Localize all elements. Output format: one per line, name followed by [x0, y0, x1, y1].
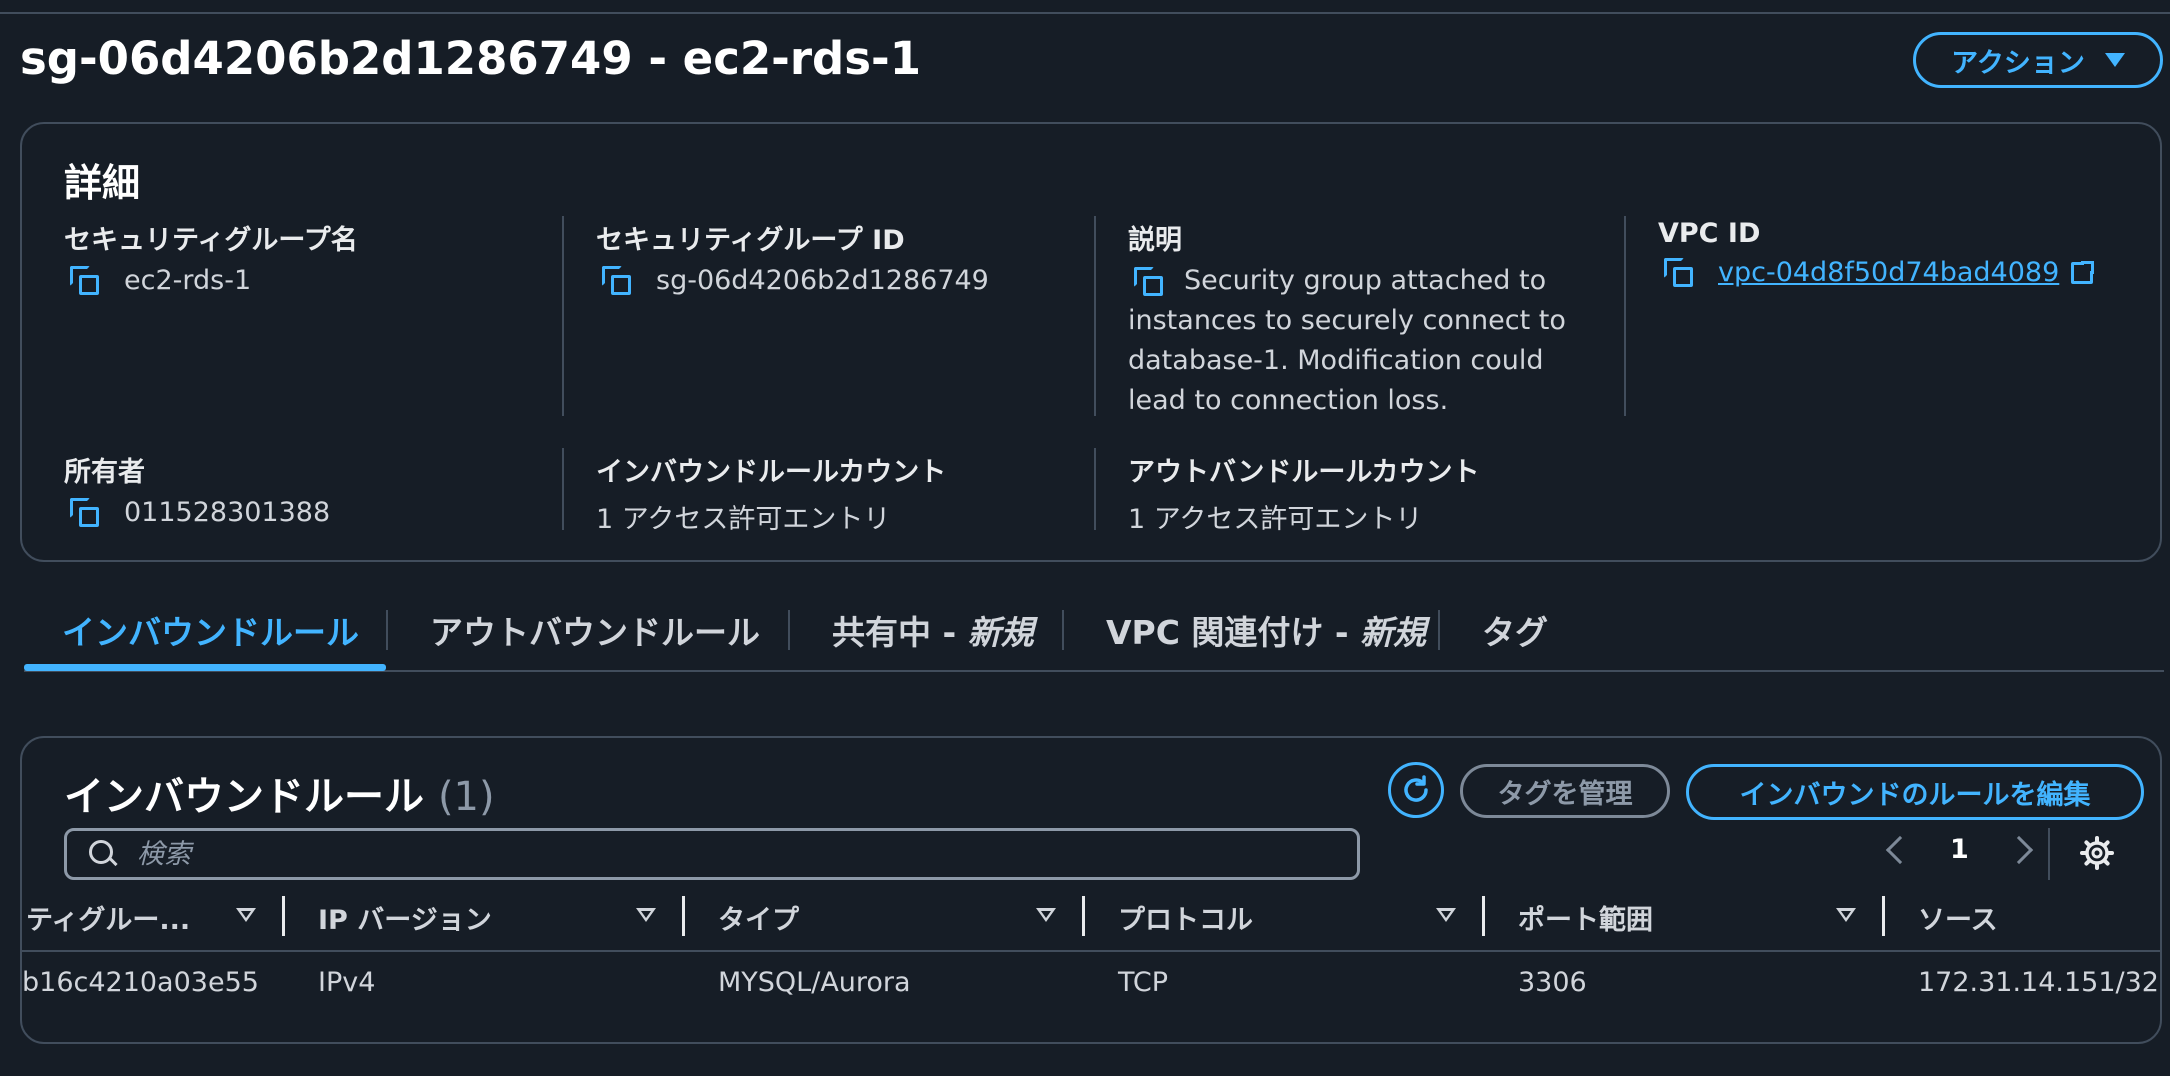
table-cell: MYSQL/Aurora	[718, 967, 911, 998]
outbound-count-value: 1 アクセス許可エントリ	[1128, 504, 1423, 535]
details-panel: 詳細 セキュリティグループ名 ec2-rds-1 セキュリティグループ ID s…	[20, 122, 2162, 562]
active-tab-indicator	[24, 664, 386, 671]
actions-button[interactable]: アクション	[1913, 32, 2163, 88]
field-outbound-count: アウトバンドルールカウント 1 アクセス許可エントリ	[1128, 450, 1480, 536]
tab-sharing[interactable]: 共有中 - 新規	[832, 606, 1034, 654]
search-field[interactable]	[64, 828, 1360, 880]
actions-label: アクション	[1951, 47, 2085, 79]
refresh-button[interactable]	[1388, 762, 1444, 818]
sort-icon[interactable]	[1836, 908, 1856, 922]
top-divider	[0, 12, 2170, 14]
divider	[562, 216, 564, 416]
tab-separator	[1438, 610, 1440, 650]
edit-inbound-rules-button[interactable]: インバウンドのルールを編集	[1686, 764, 2144, 820]
column-resizer[interactable]	[682, 896, 685, 936]
sg-name-label: セキュリティグループ名	[64, 225, 358, 256]
divider	[1094, 448, 1096, 530]
rules-title: インバウンドルール (1)	[64, 774, 495, 820]
owner-label: 所有者	[64, 457, 145, 488]
table-cell: IPv4	[318, 967, 376, 998]
sg-id-label: セキュリティグループ ID	[596, 225, 905, 256]
sg-id-value: sg-06d4206b2d1286749	[656, 265, 989, 296]
copy-icon[interactable]	[602, 265, 632, 296]
sort-icon[interactable]	[236, 908, 256, 922]
page-title: sg-06d4206b2d1286749 - ec2-rds-1	[20, 32, 922, 85]
description-label: 説明	[1128, 225, 1182, 256]
tab-outbound-rules[interactable]: アウトバウンドルール	[430, 606, 760, 654]
gear-icon[interactable]	[2080, 836, 2114, 870]
inbound-count-label: インバウンドルールカウント	[596, 457, 947, 488]
owner-value: 011528301388	[124, 497, 331, 528]
chevron-right-icon[interactable]	[2004, 835, 2033, 864]
column-resizer[interactable]	[282, 896, 285, 936]
divider	[1094, 216, 1096, 416]
description-value: Security group attached to instances to …	[1128, 265, 1566, 416]
field-vpc-id: VPC ID vpc-04d8f50d74bad4089	[1658, 218, 2097, 288]
tab-inbound-rules[interactable]: インバウンドルール	[62, 606, 359, 654]
copy-icon[interactable]	[1664, 257, 1694, 288]
sg-name-value: ec2-rds-1	[124, 265, 252, 296]
search-input[interactable]	[135, 837, 1239, 871]
copy-icon[interactable]	[70, 497, 100, 528]
tab-separator	[386, 610, 388, 650]
table-cell: 3306	[1518, 967, 1587, 998]
column-resizer[interactable]	[1082, 896, 1085, 936]
field-owner: 所有者 011528301388	[64, 450, 330, 528]
vpc-id-label: VPC ID	[1658, 218, 1761, 249]
field-description: 説明 Security group attached to instances …	[1128, 218, 1588, 421]
sort-icon[interactable]	[636, 908, 656, 922]
divider	[1624, 216, 1626, 416]
column-header[interactable]: プロトコル	[1118, 898, 1253, 937]
tab-tags[interactable]: タグ	[1482, 606, 1548, 654]
column-header[interactable]: タイプ	[718, 898, 799, 937]
tab-bar: インバウンドルール アウトバウンドルール 共有中 - 新規 VPC 関連付け -…	[24, 606, 2164, 672]
table-cell: b16c4210a03e55	[22, 967, 259, 998]
field-inbound-count: インバウンドルールカウント 1 アクセス許可エントリ	[596, 450, 946, 536]
sort-icon[interactable]	[1036, 908, 1056, 922]
chevron-left-icon[interactable]	[1885, 835, 1915, 864]
tab-separator	[788, 610, 790, 650]
table-cell: 172.31.14.151/32	[1918, 967, 2159, 998]
tab-separator	[1062, 610, 1064, 650]
pagination: 1	[1885, 834, 2033, 865]
column-header[interactable]: ティグルー...	[26, 898, 190, 937]
search-icon	[89, 840, 117, 868]
details-title: 詳細	[64, 161, 141, 205]
manage-tags-button[interactable]: タグを管理	[1460, 764, 1670, 818]
caret-down-icon	[2104, 53, 2125, 67]
inbound-count-value: 1 アクセス許可エントリ	[596, 504, 891, 535]
outbound-count-label: アウトバンドルールカウント	[1128, 457, 1480, 488]
copy-icon[interactable]	[70, 265, 100, 296]
column-header[interactable]: ソース	[1918, 898, 1998, 937]
table-header: ティグルー... IP バージョン タイプ プロトコル ポート範囲 ソース	[22, 896, 2162, 952]
sort-icon[interactable]	[1436, 908, 1456, 922]
column-resizer[interactable]	[1482, 896, 1485, 936]
table-cell: TCP	[1118, 967, 1169, 998]
column-header[interactable]: IP バージョン	[318, 898, 492, 937]
page-number[interactable]: 1	[1950, 834, 1969, 865]
field-sg-name: セキュリティグループ名 ec2-rds-1	[64, 218, 358, 296]
pager-divider	[2048, 828, 2050, 880]
rules-count: (1)	[437, 774, 495, 820]
column-resizer[interactable]	[1882, 896, 1885, 936]
external-link-icon	[2071, 258, 2097, 284]
refresh-icon	[1404, 775, 1428, 802]
inbound-rules-panel: インバウンドルール (1) タグを管理 インバウンドのルールを編集 1 ティグル…	[20, 736, 2162, 1044]
column-header[interactable]: ポート範囲	[1518, 898, 1653, 937]
tab-vpc-associations[interactable]: VPC 関連付け - 新規	[1106, 606, 1426, 654]
vpc-id-link[interactable]: vpc-04d8f50d74bad4089	[1718, 257, 2059, 288]
field-sg-id: セキュリティグループ ID sg-06d4206b2d1286749	[596, 218, 989, 296]
copy-icon[interactable]	[1134, 266, 1164, 297]
divider	[562, 448, 564, 530]
